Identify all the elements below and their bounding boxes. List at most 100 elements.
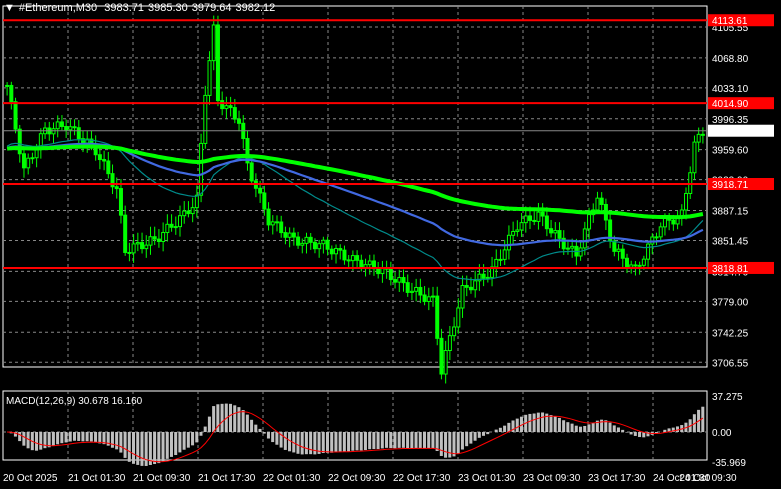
candle-body — [447, 335, 452, 351]
candle-body — [355, 255, 360, 261]
macd-tick: 0.00 — [712, 428, 732, 439]
macd-histogram-bar — [389, 432, 393, 449]
candle-body — [532, 219, 537, 222]
macd-histogram-bar — [68, 432, 72, 442]
candle-body — [388, 268, 393, 281]
candle-body — [26, 157, 31, 169]
candle-body — [114, 186, 119, 190]
macd-histogram-bar — [98, 432, 102, 444]
macd-histogram-bar — [283, 432, 287, 450]
time-tick: 23 Oct 17:30 — [588, 473, 646, 484]
macd-histogram-bar — [165, 432, 169, 459]
candle-body — [270, 221, 275, 226]
level-label: 4014.90 — [712, 99, 749, 110]
macd-histogram-bar — [220, 403, 224, 432]
macd-histogram-bar — [355, 432, 359, 451]
candle-body — [346, 259, 351, 262]
candle-body — [169, 223, 174, 228]
macd-histogram-bar — [195, 432, 199, 443]
macd-histogram-bar — [51, 432, 55, 447]
macd-histogram-bar — [258, 428, 262, 432]
macd-histogram-bar — [410, 432, 414, 449]
macd-histogram-bar — [169, 432, 173, 457]
macd-histogram-bar — [304, 432, 308, 455]
candle-body — [283, 232, 288, 238]
macd-histogram-bar — [406, 432, 410, 449]
macd-histogram-bar — [60, 432, 64, 444]
candle-body — [409, 290, 414, 293]
price-chart[interactable]: 20 Oct 2025 21 Oct 01:30 21 Oct 09:30 21 Oc… — [0, 0, 781, 489]
candle-body — [523, 215, 528, 224]
macd-histogram-bar — [300, 432, 304, 455]
candle-body — [194, 194, 199, 209]
macd-histogram-bar — [469, 432, 473, 444]
macd-histogram-bar — [444, 432, 448, 458]
macd-histogram-bar — [212, 406, 216, 432]
candle-body — [595, 197, 600, 211]
candle-body — [207, 60, 212, 96]
candle-body — [334, 248, 339, 255]
macd-histogram-bar — [625, 432, 629, 433]
macd-histogram-bar — [536, 412, 540, 432]
macd-histogram-bar — [393, 432, 397, 449]
level-label: 4113.61 — [712, 16, 748, 27]
candle-body — [5, 84, 10, 87]
candle-body — [612, 240, 617, 252]
time-tick: 24 Oct 09:30 — [679, 473, 737, 484]
macd-histogram-bar — [39, 432, 43, 450]
candle-body — [34, 148, 39, 159]
macd-histogram-bar — [675, 426, 679, 432]
candle-body — [266, 208, 271, 226]
dropdown-icon[interactable]: ▼ — [4, 2, 15, 14]
candle-body — [426, 296, 431, 302]
candle-body — [215, 24, 220, 102]
candle-body — [414, 286, 419, 292]
time-tick: 22 Oct 09:30 — [328, 473, 386, 484]
candle-body — [570, 245, 575, 249]
macd-histogram-bar — [338, 432, 342, 452]
candle-body — [700, 133, 705, 136]
time-tick: 21 Oct 17:30 — [198, 473, 256, 484]
candle-body — [68, 126, 73, 131]
candle-body — [443, 349, 448, 375]
macd-histogram-bar — [473, 432, 477, 441]
macd-histogram-bar — [638, 432, 642, 438]
candle-body — [312, 241, 317, 250]
candle-body — [148, 236, 153, 246]
time-tick: 22 Oct 01:30 — [263, 473, 321, 484]
high-value: 3985.30 — [147, 2, 188, 14]
macd-histogram-bar — [140, 432, 144, 466]
candle-body — [317, 243, 322, 250]
candle-body — [540, 211, 545, 217]
macd-histogram-bar — [207, 416, 211, 432]
macd-histogram-bar — [115, 432, 119, 450]
candle-body — [279, 221, 284, 234]
candle-body — [624, 257, 629, 268]
candle-body — [654, 236, 659, 239]
macd-histogram-bar — [203, 426, 207, 432]
candle-body — [135, 242, 140, 245]
macd-histogram-bar — [422, 432, 426, 449]
low-value: 3979.64 — [191, 2, 232, 14]
macd-histogram-bar — [94, 432, 98, 443]
candle-body — [338, 248, 343, 251]
macd-histogram-bar — [616, 427, 620, 432]
macd-histogram-bar — [351, 432, 355, 451]
candle-body — [182, 210, 187, 217]
candle-body — [291, 232, 296, 238]
macd-histogram-bar — [541, 412, 545, 432]
macd-histogram-bar — [663, 429, 667, 432]
price-tick: 3706.55 — [712, 358, 749, 369]
candle-body — [599, 197, 604, 205]
macd-histogram-bar — [182, 432, 186, 450]
macd-histogram-bar — [431, 432, 435, 449]
macd-histogram-bar — [401, 432, 405, 448]
candle-body — [262, 192, 267, 210]
macd-histogram-bar — [435, 432, 439, 451]
candle-body — [199, 142, 204, 196]
candle-body — [237, 118, 242, 124]
macd-histogram-bar — [245, 414, 249, 432]
macd-histogram-bar — [72, 432, 76, 441]
candle-body — [123, 214, 128, 253]
candle-body — [308, 236, 313, 243]
